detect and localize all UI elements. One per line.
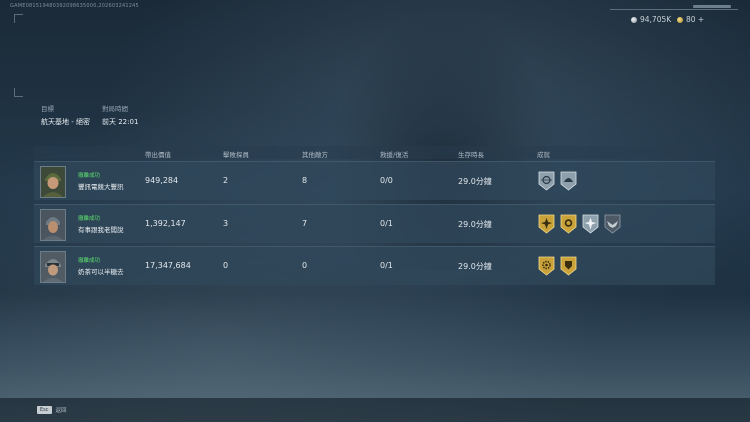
silver-coin-icon bbox=[631, 16, 637, 23]
shield-badge-icon[interactable] bbox=[560, 256, 577, 276]
player-avatar bbox=[40, 251, 66, 283]
silver-amount: 94,705K bbox=[640, 15, 672, 24]
crosshair-badge-icon[interactable] bbox=[538, 171, 555, 191]
col-kills: 擊敗探員 bbox=[223, 151, 249, 159]
player-name: 有事跟我老闆說 bbox=[78, 226, 124, 234]
target-label: 目標 bbox=[41, 105, 54, 113]
burst-badge-icon[interactable] bbox=[538, 214, 555, 234]
survival-value: 29.0分鐘 bbox=[458, 262, 492, 271]
star-burst-badge-icon[interactable] bbox=[582, 214, 599, 234]
other-enemies-value: 7 bbox=[302, 219, 308, 228]
medal-badge-icon[interactable] bbox=[560, 214, 577, 234]
player-row[interactable]: 撤離成功 奶茶可以半糖去 17,347,684 0 0 0/1 29.0分鐘 bbox=[34, 246, 715, 285]
frame-corner bbox=[14, 88, 23, 97]
player-avatar bbox=[40, 166, 66, 198]
gold-amount: 80 + bbox=[686, 15, 705, 24]
extraction-status: 撤離成功 bbox=[78, 258, 101, 264]
table-header: 帶出價值 擊敗探員 其他敵方 救援/復活 生存時長 成就 bbox=[34, 146, 715, 159]
carry-value: 17,347,684 bbox=[145, 261, 191, 270]
kills-value: 3 bbox=[223, 219, 229, 228]
frame-corner bbox=[14, 14, 23, 23]
survival-value: 29.0分鐘 bbox=[458, 220, 492, 229]
player-row[interactable]: 撤離成功 有事跟我老闆說 1,392,147 3 7 0/1 29.0分鐘 bbox=[34, 204, 715, 243]
time-info: 對局時間 前天 22:01 bbox=[102, 103, 138, 127]
carry-value: 949,284 bbox=[145, 176, 179, 185]
col-rescue: 救援/復活 bbox=[380, 151, 409, 159]
wing-badge-icon[interactable] bbox=[604, 214, 621, 234]
other-enemies-value: 8 bbox=[302, 176, 308, 185]
divider bbox=[610, 9, 738, 10]
rescue-value: 0/0 bbox=[380, 176, 393, 185]
survival-value: 29.0分鐘 bbox=[458, 177, 492, 186]
gold-currency[interactable]: 80 + bbox=[677, 15, 704, 24]
col-value: 帶出價值 bbox=[145, 151, 171, 159]
bottom-bar bbox=[0, 398, 750, 422]
top-tag bbox=[693, 5, 731, 8]
other-enemies-value: 0 bbox=[302, 261, 308, 270]
player-avatar bbox=[40, 209, 66, 241]
col-other: 其他敵方 bbox=[302, 151, 328, 159]
rescue-value: 0/1 bbox=[380, 261, 393, 270]
col-achievements: 成就 bbox=[537, 151, 550, 159]
rescue-value: 0/1 bbox=[380, 219, 393, 228]
extraction-status: 撤離成功 bbox=[78, 173, 101, 179]
player-name: 豐訊電競大豐訊 bbox=[78, 183, 124, 191]
player-row[interactable]: 撤離成功 豐訊電競大豐訊 949,284 2 8 0/0 29.0分鐘 bbox=[34, 161, 715, 200]
extraction-status: 撤離成功 bbox=[78, 216, 101, 222]
target-value: 航天基地 - 絕密 bbox=[41, 118, 90, 126]
gear-badge-icon[interactable] bbox=[538, 256, 555, 276]
kills-value: 2 bbox=[223, 176, 229, 185]
silver-currency: 94,705K bbox=[631, 15, 671, 24]
back-label: 返回 bbox=[55, 408, 67, 414]
carry-value: 1,392,147 bbox=[145, 219, 186, 228]
esc-key: Esc bbox=[37, 406, 52, 414]
col-survival: 生存時長 bbox=[458, 151, 484, 159]
match-id: GAME081519480392098635000,202603241245 bbox=[10, 3, 139, 9]
target-info: 目標 航天基地 - 絕密 bbox=[41, 103, 90, 127]
gold-coin-icon bbox=[677, 16, 683, 23]
back-button[interactable]: Esc 返回 bbox=[37, 406, 67, 414]
time-value: 前天 22:01 bbox=[102, 118, 139, 126]
helmet-badge-icon[interactable] bbox=[560, 171, 577, 191]
time-label: 對局時間 bbox=[102, 105, 128, 113]
player-name: 奶茶可以半糖去 bbox=[78, 268, 124, 276]
kills-value: 0 bbox=[223, 261, 229, 270]
